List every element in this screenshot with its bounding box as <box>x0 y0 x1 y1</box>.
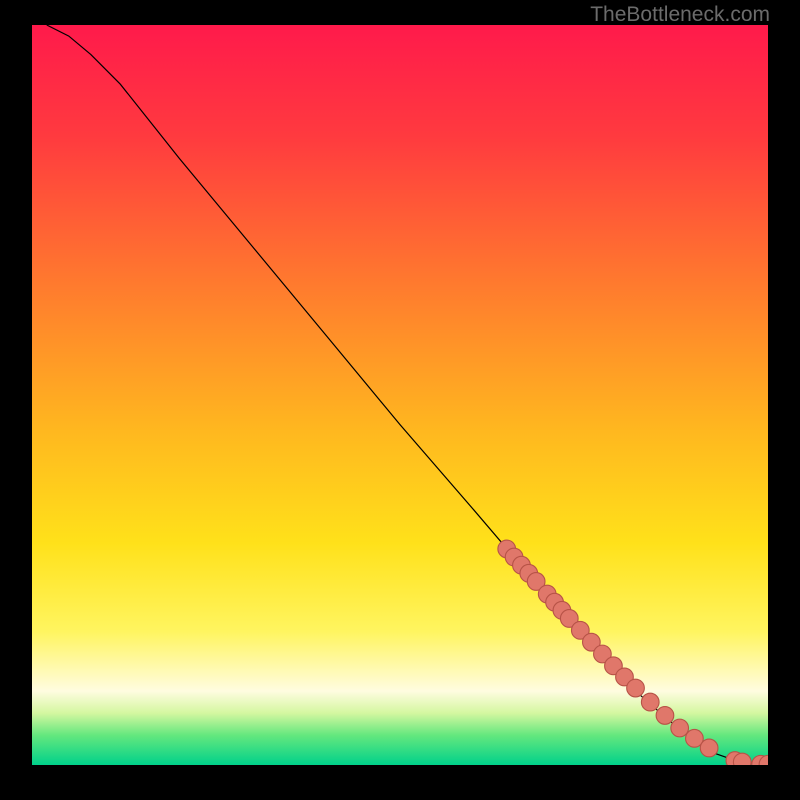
watermark-text: TheBottleneck.com <box>590 3 770 27</box>
chart-svg <box>32 25 768 765</box>
data-point <box>641 693 659 711</box>
data-point <box>627 679 645 697</box>
data-point <box>656 707 674 725</box>
data-point <box>700 739 718 757</box>
chart-stage: TheBottleneck.com <box>0 0 800 800</box>
gradient-background <box>32 25 768 765</box>
plot-area <box>32 25 768 765</box>
data-point <box>671 719 689 737</box>
